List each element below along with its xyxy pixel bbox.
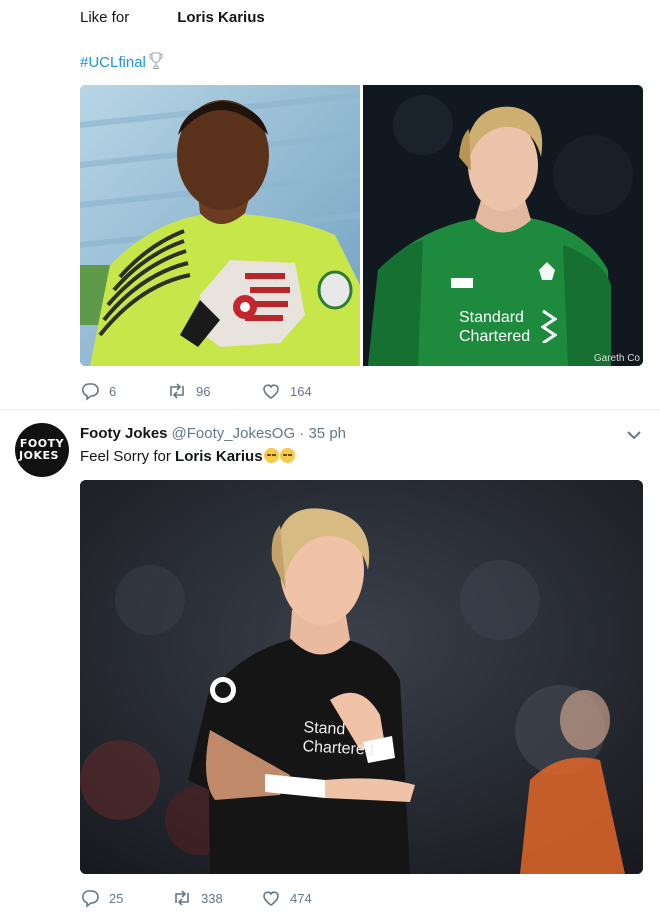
sponsor-logo-icon <box>541 309 557 343</box>
reply-icon <box>81 890 99 908</box>
heart-icon <box>263 384 279 399</box>
display-name[interactable]: Footy Jokes <box>80 425 168 442</box>
reply-icon <box>81 383 99 401</box>
tweet-1: Like for Loris Karius #UCLfinal Standard… <box>0 0 660 409</box>
tweet-actions: 25 338 474 <box>80 888 480 910</box>
sponsor-line-1: Standard <box>459 309 524 326</box>
media-photo-left[interactable] <box>80 85 360 366</box>
hashtag-line: #UCLfinal <box>80 52 163 73</box>
tweet-actions: 6 96 164 <box>80 381 480 403</box>
like-button[interactable]: 474 <box>261 888 312 908</box>
like-count: 474 <box>290 890 312 906</box>
tweet-divider <box>0 409 660 410</box>
like-button[interactable]: 164 <box>261 381 312 401</box>
disappointed-face-icon <box>263 448 279 463</box>
tweet-text: Like for Loris Karius <box>80 8 265 28</box>
tweet-text-prefix: Feel Sorry for <box>80 448 171 465</box>
tweet-media[interactable]: Standard Chartered Gareth Co <box>80 85 643 366</box>
photo-watermark: Gareth Co <box>593 353 640 364</box>
disappointed-face-icon <box>279 448 295 463</box>
reply-button[interactable]: 6 <box>80 381 116 401</box>
reply-count: 6 <box>109 383 117 399</box>
goalkeeper-photo-left <box>80 85 360 366</box>
media-photo-right[interactable]: Standard Chartered Gareth Co <box>363 85 643 366</box>
reply-count: 25 <box>109 890 124 906</box>
heart-icon <box>263 891 279 906</box>
retweet-icon <box>170 383 184 399</box>
tweet-text-name: Loris Karius <box>175 448 263 465</box>
handle-and-time[interactable]: @Footy_JokesOG · 35 ph <box>172 425 346 442</box>
tweet-text: Feel Sorry for Loris Karius <box>80 447 295 467</box>
like-count: 164 <box>290 383 312 399</box>
retweet-icon <box>175 890 189 906</box>
sponsor-line-2: Chartered <box>302 738 375 759</box>
tweet-header: Footy Jokes @Footy_JokesOG · 35 ph <box>80 424 346 444</box>
tweet-text-prefix: Like for <box>80 9 130 26</box>
hashtag-link[interactable]: #UCLfinal <box>80 54 146 71</box>
retweet-button[interactable]: 338 <box>172 888 223 908</box>
tweet-media[interactable]: Stand Chartered <box>80 480 643 874</box>
trophy-icon <box>149 52 163 69</box>
avatar-text-2: JOKES <box>19 449 59 462</box>
retweet-button[interactable]: 96 <box>167 381 210 401</box>
reply-button[interactable]: 25 <box>80 888 123 908</box>
crying-goalkeeper-photo <box>80 480 643 874</box>
retweet-count: 338 <box>201 890 223 906</box>
chevron-down-icon[interactable] <box>626 428 642 442</box>
retweet-count: 96 <box>196 383 211 399</box>
avatar[interactable]: FOOTY JOKES <box>15 423 69 477</box>
sponsor-line-2: Chartered <box>459 328 531 345</box>
tweet-text-name: Loris Karius <box>177 9 265 26</box>
